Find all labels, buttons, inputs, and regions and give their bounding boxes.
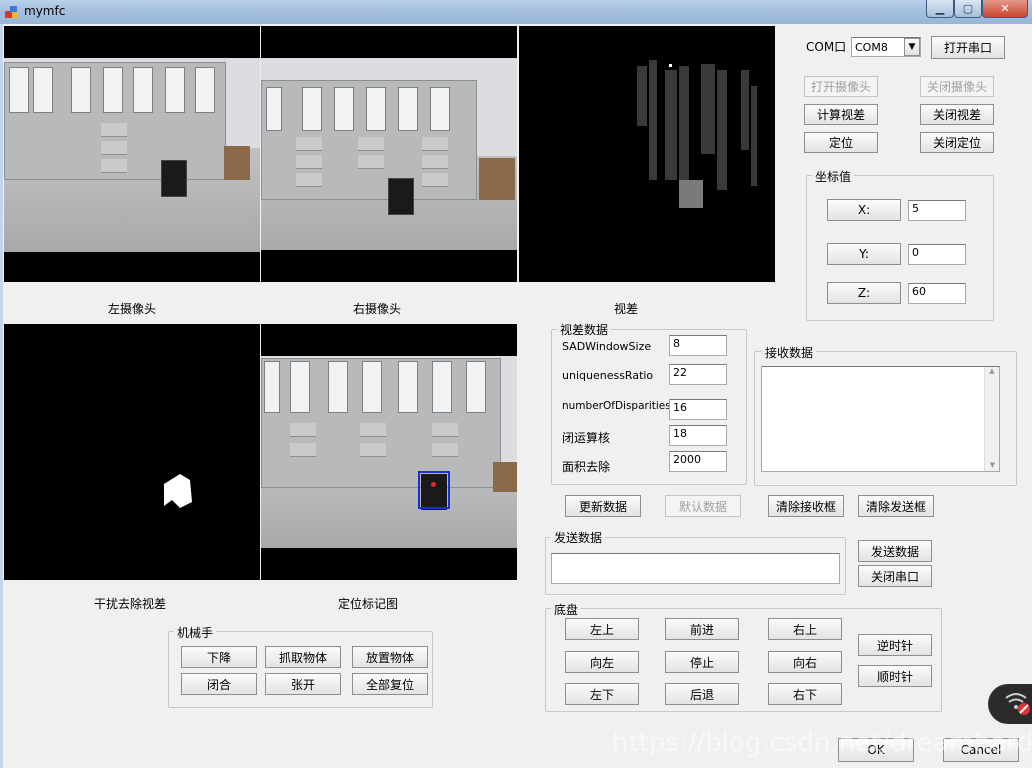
disparity-view [519,26,775,282]
up-right-button[interactable]: 右上 [768,618,842,640]
param-field-sadwindowsize[interactable]: 8 [669,335,727,356]
cabinet-image [4,62,226,180]
param-field-closing-kernel[interactable]: 18 [669,425,727,446]
cabinet-image [261,80,477,200]
com-select[interactable]: COM8 ▼ [851,37,921,57]
send-data-button[interactable]: 发送数据 [858,540,932,562]
filtered-disparity-image [164,474,192,508]
coords-group-label: 坐标值 [812,168,855,185]
clear-send-button[interactable]: 清除发送框 [858,495,934,517]
maximize-icon[interactable]: ▢ [954,0,982,18]
close-locate-button[interactable]: 关闭定位 [920,132,994,153]
title-bar[interactable]: mymfc ▁ ▢ ✕ [0,0,1032,24]
close-disparity-button[interactable]: 关闭视差 [920,104,994,125]
marked-map-caption: 定位标记图 [337,597,398,611]
x-value-field[interactable]: 5 [908,200,966,221]
grab-button[interactable]: 抓取物体 [265,646,341,668]
right-camera-caption: 右摄像头 [352,302,401,316]
param-label: numberOfDisparities [562,400,671,412]
arm-group [168,631,433,708]
send-group-label: 发送数据 [551,529,606,546]
target-box-image [161,160,187,197]
forward-button[interactable]: 前进 [665,618,739,640]
receive-textarea[interactable] [761,366,1000,472]
down-left-button[interactable]: 左下 [565,683,639,705]
target-center-marker [431,482,436,487]
right-button[interactable]: 向右 [768,651,842,673]
receive-scrollbar[interactable]: ▲ ▼ [984,367,999,471]
param-label: 闭运算核 [562,431,611,445]
stop-button[interactable]: 停止 [665,651,739,673]
minimize-icon[interactable]: ▁ [926,0,954,18]
left-button[interactable]: 向左 [565,651,639,673]
scroll-down-icon[interactable]: ▼ [985,461,1000,469]
target-bounding-box [418,471,450,509]
close-port-button[interactable]: 关闭串口 [858,565,932,587]
window-title: mymfc [24,4,66,18]
com-label: COM口 [806,40,847,54]
param-field-uniquenessratio[interactable]: 22 [669,364,727,385]
close-camera-button[interactable]: 关闭摄像头 [920,76,994,97]
filtered-disparity-caption: 干扰去除视差 [93,597,166,611]
arm-group-label: 机械手 [174,624,217,641]
reset-all-button[interactable]: 全部复位 [352,673,428,695]
marked-map-view [261,324,517,580]
network-widget[interactable] [988,684,1032,724]
send-textarea[interactable] [551,553,840,584]
scroll-up-icon[interactable]: ▲ [985,367,999,375]
disparity-data-group-label: 视差数据 [557,321,612,338]
param-label: SADWindowSize [562,340,652,353]
target-box-image [388,178,414,215]
place-button[interactable]: 放置物体 [352,646,428,668]
param-field-numberofdisparities[interactable]: 16 [669,399,727,420]
counterclockwise-button[interactable]: 逆时针 [858,634,932,656]
close-gripper-button[interactable]: 闭合 [181,673,257,695]
chassis-group-label: 底盘 [551,601,582,618]
right-camera-view [261,26,517,282]
y-value-field[interactable]: 0 [908,244,966,265]
app-icon [4,4,20,20]
wifi-off-icon [1005,693,1030,715]
open-camera-button[interactable]: 打开摄像头 [804,76,878,97]
left-camera-caption: 左摄像头 [107,302,156,316]
close-icon[interactable]: ✕ [982,0,1028,18]
filtered-disparity-view [4,324,260,580]
z-button[interactable]: Z: [827,282,901,304]
up-left-button[interactable]: 左上 [565,618,639,640]
update-data-button[interactable]: 更新数据 [565,495,641,517]
chevron-down-icon[interactable]: ▼ [904,38,920,56]
disparity-image [637,60,757,208]
com-select-value: COM8 [855,40,888,54]
watermark-text: https://blog.csdn.net/dreamhardng [612,728,1032,758]
backward-button[interactable]: 后退 [665,683,739,705]
down-right-button[interactable]: 右下 [768,683,842,705]
param-field-area-removal[interactable]: 2000 [669,451,727,472]
param-label: 面积去除 [562,460,611,474]
cabinet-image [261,358,501,488]
open-port-button[interactable]: 打开串口 [931,36,1005,59]
disparity-caption: 视差 [613,302,638,316]
receive-group-label: 接收数据 [762,344,817,361]
default-data-button[interactable]: 默认数据 [665,495,741,517]
locate-button[interactable]: 定位 [804,132,878,153]
z-value-field[interactable]: 60 [908,283,966,304]
lower-button[interactable]: 下降 [181,646,257,668]
param-label: uniquenessRatio [562,369,654,382]
x-button[interactable]: X: [827,199,901,221]
clockwise-button[interactable]: 顺时针 [858,665,932,687]
open-gripper-button[interactable]: 张开 [265,673,341,695]
clear-receive-button[interactable]: 清除接收框 [768,495,844,517]
y-button[interactable]: Y: [827,243,901,265]
compute-disparity-button[interactable]: 计算视差 [804,104,878,125]
left-camera-view [4,26,260,282]
